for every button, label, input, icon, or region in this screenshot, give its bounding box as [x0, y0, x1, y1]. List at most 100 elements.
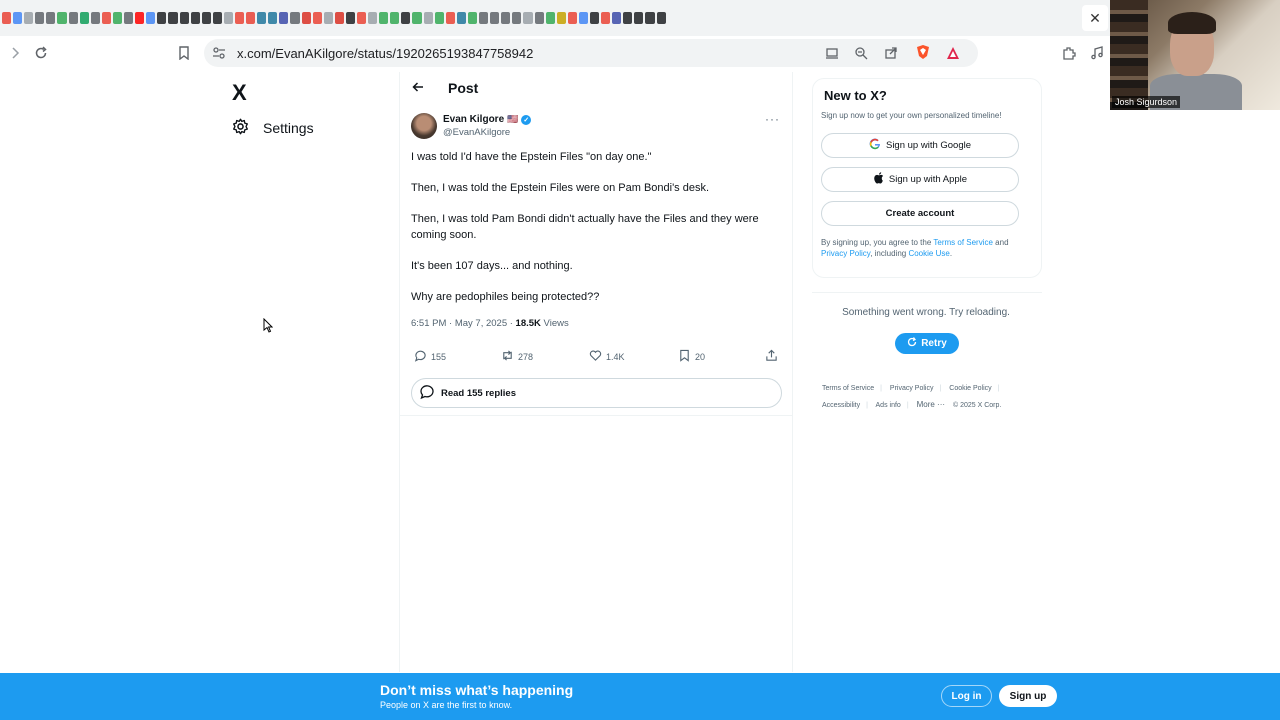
browser-tab-favicon[interactable] — [423, 12, 433, 24]
browser-tab-favicon[interactable] — [323, 12, 333, 24]
browser-tab-favicon[interactable] — [57, 12, 67, 24]
avatar[interactable] — [411, 113, 437, 139]
signup-google-button[interactable]: Sign up with Google — [821, 133, 1019, 158]
browser-tab-favicon[interactable] — [589, 12, 600, 24]
browser-tab-favicon[interactable] — [212, 12, 222, 24]
browser-tab-favicon[interactable] — [90, 12, 100, 24]
share-post-button[interactable] — [765, 349, 778, 364]
cookie-use-link[interactable]: Cookie Use — [908, 249, 949, 258]
browser-tab-favicon[interactable] — [445, 12, 455, 24]
footer-terms-link[interactable]: Terms of Service — [822, 385, 874, 392]
browser-tab-favicon[interactable] — [512, 12, 522, 24]
back-arrow-icon[interactable] — [412, 80, 424, 96]
browser-tab-favicon[interactable] — [601, 12, 611, 24]
browser-tab-favicon[interactable] — [656, 12, 666, 24]
browser-tab-favicon[interactable] — [634, 12, 644, 24]
browser-tab-favicon[interactable] — [246, 12, 256, 24]
browser-tab-favicon[interactable] — [179, 12, 189, 24]
browser-tab-favicon[interactable] — [345, 12, 355, 24]
browser-tab-favicon[interactable] — [201, 12, 211, 24]
browser-tab-favicon[interactable] — [124, 12, 134, 24]
browser-tab-favicon[interactable] — [357, 12, 367, 24]
browser-tab-favicon[interactable] — [301, 12, 311, 24]
footer-cookie-link[interactable]: Cookie Policy — [949, 385, 991, 392]
browser-tab-favicon[interactable] — [2, 12, 12, 24]
browser-tab-favicon[interactable] — [68, 12, 78, 24]
browser-tab-favicon[interactable] — [623, 12, 633, 24]
nav-settings[interactable]: Settings — [232, 118, 314, 138]
browser-tab-favicon[interactable] — [112, 12, 123, 24]
browser-tab-favicon[interactable] — [268, 12, 278, 24]
brave-shield-icon[interactable] — [914, 43, 932, 61]
browser-tab-favicon[interactable] — [567, 12, 577, 24]
author-handle[interactable]: @EvanAKilgore — [443, 127, 510, 138]
browser-tab-favicon[interactable] — [24, 12, 34, 24]
address-bar[interactable]: x.com/EvanAKilgore/status/19202651938477… — [204, 39, 978, 67]
footer-accessibility-link[interactable]: Accessibility — [822, 402, 860, 409]
like-button[interactable]: 1.4K — [589, 349, 625, 364]
browser-tab-favicon[interactable] — [146, 12, 156, 24]
login-button[interactable]: Log in — [941, 685, 992, 707]
bookmark-button[interactable]: 20 — [678, 349, 705, 364]
browser-tab-favicon[interactable] — [157, 12, 167, 24]
author-name[interactable]: Evan Kilgore 🇺🇸 ✓ — [443, 114, 532, 125]
x-logo[interactable]: X — [232, 80, 247, 106]
browser-tab-favicon[interactable] — [401, 12, 411, 24]
terms-of-service-link[interactable]: Terms of Service — [933, 238, 993, 247]
reload-icon[interactable] — [32, 44, 50, 62]
cast-icon[interactable] — [823, 44, 841, 62]
browser-tab-favicon[interactable] — [412, 12, 422, 24]
close-tab-button[interactable]: ✕ — [1082, 5, 1108, 31]
browser-tab-favicon[interactable] — [501, 12, 511, 24]
browser-tab-favicon[interactable] — [190, 12, 200, 24]
browser-tab-favicon[interactable] — [35, 12, 45, 24]
browser-tab-favicon[interactable] — [456, 12, 466, 24]
bookmark-icon[interactable] — [175, 44, 193, 62]
browser-tab-favicon[interactable] — [645, 12, 655, 24]
browser-tab-favicon[interactable] — [168, 12, 178, 24]
browser-tab-favicon[interactable] — [612, 12, 622, 24]
browser-tab-favicon[interactable] — [13, 12, 23, 24]
browser-tab-favicon[interactable] — [234, 12, 245, 24]
reply-button[interactable]: 155 — [414, 349, 446, 364]
footer-privacy-link[interactable]: Privacy Policy — [890, 385, 934, 392]
browser-tab-favicon[interactable] — [545, 12, 555, 24]
read-replies-button[interactable]: Read 155 replies — [411, 378, 782, 408]
browser-tab-favicon[interactable] — [467, 12, 478, 24]
more-options-icon[interactable]: ··· — [765, 112, 780, 126]
site-settings-icon[interactable] — [210, 44, 228, 62]
signup-apple-button[interactable]: Sign up with Apple — [821, 167, 1019, 192]
browser-tab-favicon[interactable] — [223, 12, 233, 24]
signup-button[interactable]: Sign up — [999, 685, 1057, 707]
browser-tab-favicon[interactable] — [479, 12, 489, 24]
url-text[interactable]: x.com/EvanAKilgore/status/19202651938477… — [237, 46, 533, 61]
brave-rewards-icon[interactable] — [944, 44, 962, 62]
browser-tab-favicon[interactable] — [556, 12, 566, 24]
browser-tab-favicon[interactable] — [135, 12, 145, 24]
browser-tab-favicon[interactable] — [79, 12, 89, 24]
share-icon[interactable] — [882, 44, 900, 62]
privacy-policy-link[interactable]: Privacy Policy — [821, 249, 870, 258]
create-account-button[interactable]: Create account — [821, 201, 1019, 226]
browser-tab-favicon[interactable] — [290, 12, 300, 24]
browser-tab-favicon[interactable] — [578, 12, 588, 24]
footer-more-link[interactable]: More ··· — [917, 400, 945, 409]
footer-ads-info-link[interactable]: Ads info — [876, 402, 901, 409]
browser-tab-favicon[interactable] — [312, 12, 322, 24]
browser-tab-favicon[interactable] — [279, 12, 289, 24]
media-icon[interactable] — [1088, 44, 1106, 62]
browser-tab-favicon[interactable] — [523, 12, 533, 24]
extensions-icon[interactable] — [1060, 44, 1078, 62]
browser-tab-favicon[interactable] — [390, 12, 400, 24]
browser-tab-favicon[interactable] — [101, 12, 111, 24]
browser-tab-favicon[interactable] — [379, 12, 389, 24]
browser-tab-favicon[interactable] — [534, 12, 544, 24]
browser-tab-favicon[interactable] — [490, 12, 500, 24]
forward-icon[interactable] — [6, 44, 24, 62]
browser-tab-favicon[interactable] — [434, 12, 444, 24]
repost-button[interactable]: 278 — [501, 349, 533, 364]
browser-tab-favicon[interactable] — [257, 12, 267, 24]
zoom-icon[interactable] — [852, 44, 870, 62]
retry-button[interactable]: Retry — [895, 333, 959, 354]
post-timestamp[interactable]: 6:51 PM · May 7, 2025 · — [411, 318, 516, 329]
